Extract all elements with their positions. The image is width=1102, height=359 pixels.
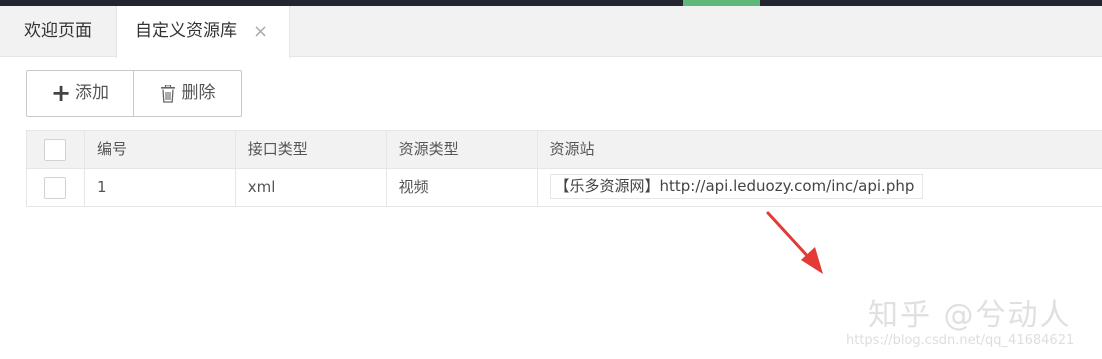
table-header-row: 编号 接口类型 资源类型 资源站 bbox=[27, 131, 1102, 169]
tab-custom-resource-library-label: 自定义资源库 bbox=[135, 21, 237, 41]
plus-icon: + bbox=[50, 79, 72, 107]
add-button[interactable]: + 添加 bbox=[27, 71, 134, 116]
tab-bar: 欢迎页面 自定义资源库 × bbox=[0, 6, 1102, 58]
cell-resource-type: 视频 bbox=[387, 169, 538, 206]
toolbar: + 添加 删除 bbox=[26, 70, 242, 117]
tab-welcome[interactable]: 欢迎页面 bbox=[0, 6, 116, 57]
header-id[interactable]: 编号 bbox=[85, 131, 236, 168]
tab-welcome-label: 欢迎页面 bbox=[24, 21, 92, 41]
cell-id: 1 bbox=[85, 169, 236, 206]
delete-button-label: 删除 bbox=[181, 83, 216, 103]
watermark-text: 知乎 @兮动人 bbox=[868, 298, 1072, 333]
close-icon[interactable]: × bbox=[253, 6, 268, 57]
header-api-type[interactable]: 接口类型 bbox=[236, 131, 387, 168]
table-row[interactable]: 1 xml 视频 【乐多资源网】http://api.leduozy.com/i… bbox=[27, 169, 1102, 207]
header-resource-type[interactable]: 资源类型 bbox=[387, 131, 538, 168]
row-checkbox-cell bbox=[27, 169, 85, 206]
delete-button[interactable]: 删除 bbox=[134, 71, 241, 116]
annotation-arrow bbox=[766, 211, 823, 274]
resource-table: 编号 接口类型 资源类型 资源站 1 xml 视频 【乐多资源网】http://… bbox=[26, 130, 1102, 207]
select-all-checkbox[interactable] bbox=[44, 138, 67, 161]
header-resource-site[interactable]: 资源站 bbox=[538, 131, 1102, 168]
add-button-label: 添加 bbox=[75, 83, 110, 103]
cell-api-type: xml bbox=[236, 169, 387, 206]
tab-custom-resource-library[interactable]: 自定义资源库 × bbox=[116, 6, 290, 58]
resource-site-value[interactable]: 【乐多资源网】http://api.leduozy.com/inc/api.ph… bbox=[549, 174, 924, 199]
watermark-url: https://blog.csdn.net/qq_41684621 bbox=[846, 333, 1075, 348]
trash-icon bbox=[160, 84, 175, 103]
row-checkbox[interactable] bbox=[44, 176, 67, 199]
header-checkbox-cell bbox=[27, 131, 85, 168]
cell-resource-site: 【乐多资源网】http://api.leduozy.com/inc/api.ph… bbox=[538, 169, 1102, 206]
